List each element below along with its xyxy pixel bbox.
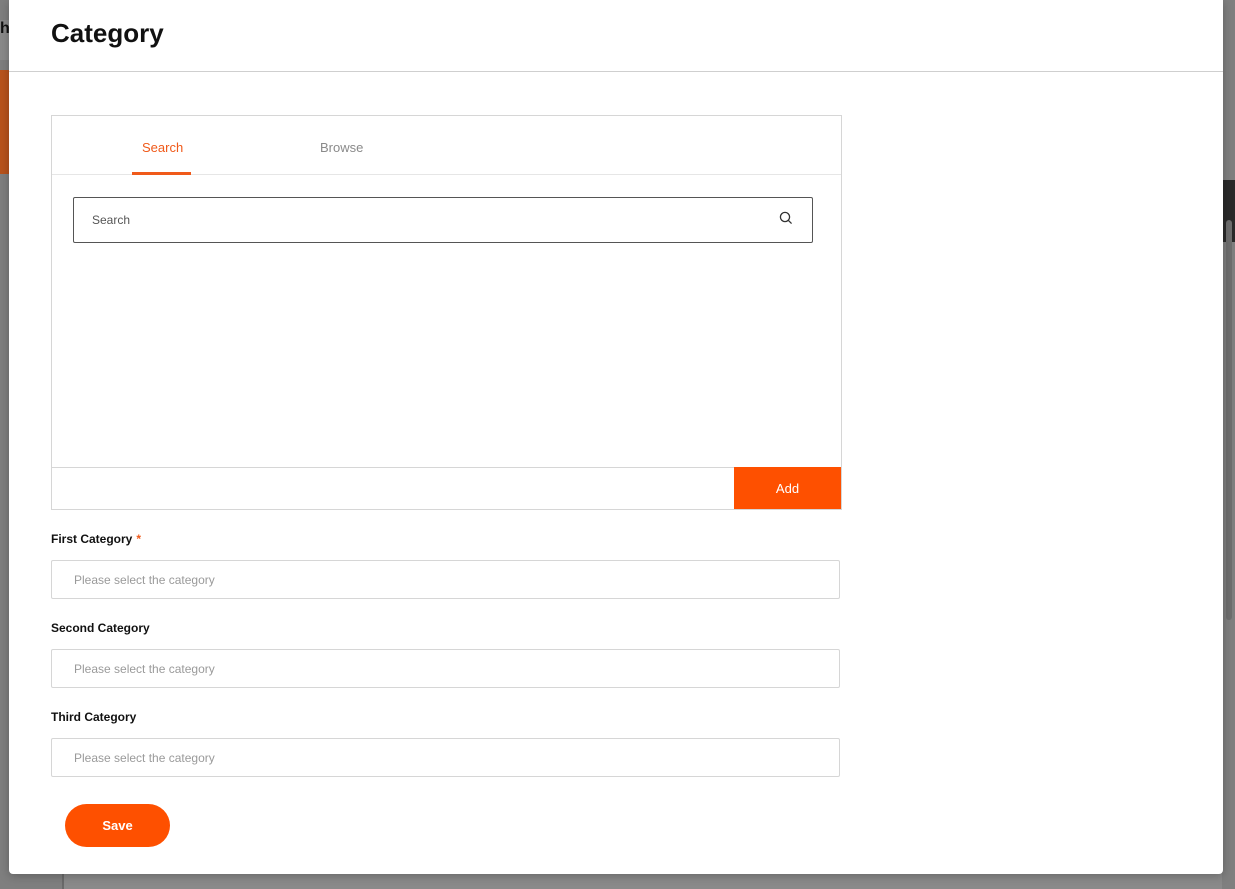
add-button[interactable]: Add — [734, 467, 841, 509]
category-picker: Search Browse Add — [51, 115, 842, 510]
modal-title: Category — [51, 18, 164, 48]
background-footer — [62, 872, 1222, 889]
required-marker: * — [136, 532, 142, 546]
search-input[interactable] — [92, 213, 778, 227]
active-tab-indicator — [132, 172, 191, 175]
search-box — [73, 197, 813, 243]
picker-tabs: Search Browse — [52, 116, 841, 175]
tab-search[interactable]: Search — [142, 140, 183, 155]
second-category-label: Second Category — [51, 621, 150, 635]
third-category-label: Third Category — [51, 710, 137, 724]
background-scrollbar — [1226, 220, 1232, 620]
first-category-label-text: First Category — [51, 532, 133, 546]
search-icon[interactable] — [778, 210, 794, 231]
save-button[interactable]: Save — [65, 804, 170, 847]
picker-footer: Add — [52, 467, 841, 509]
second-category-select[interactable]: Please select the category — [51, 649, 840, 688]
category-modal: Category Search Browse Add First Categor… — [9, 0, 1223, 874]
third-category-select[interactable]: Please select the category — [51, 738, 840, 777]
tab-browse[interactable]: Browse — [320, 140, 363, 155]
first-category-label: First Category * — [51, 532, 141, 546]
first-category-select[interactable]: Please select the category — [51, 560, 840, 599]
modal-header: Category — [9, 0, 1223, 72]
